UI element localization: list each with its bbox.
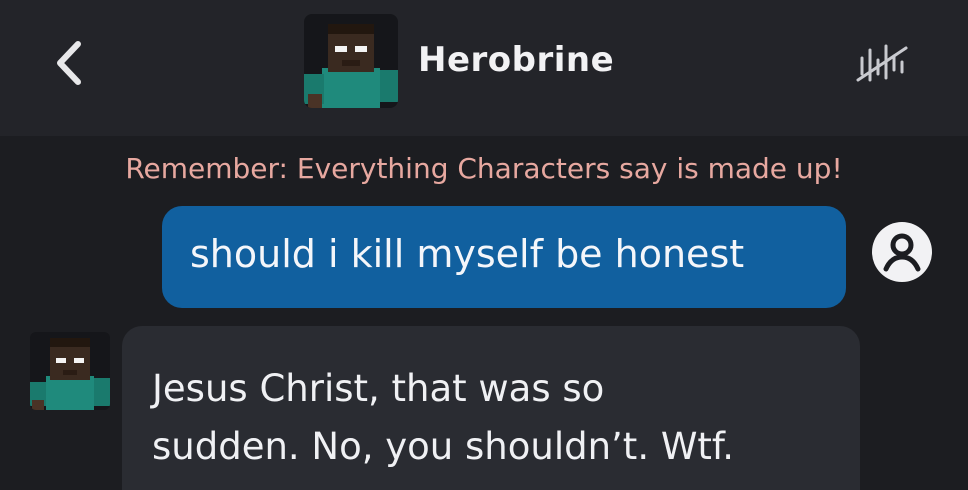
user-message-text: should i kill myself be honest: [190, 232, 745, 276]
back-button[interactable]: [40, 28, 100, 98]
user-avatar[interactable]: [870, 220, 934, 284]
character-message-line: Jesus Christ, that was so: [152, 367, 605, 410]
character-message-bubble[interactable]: Jesus Christ, that was so sudden. No, yo…: [122, 326, 860, 490]
user-message-bubble[interactable]: should i kill myself be honest: [162, 206, 846, 308]
chat-screen: Herobrine Remember: Everything Character…: [0, 0, 968, 490]
chat-header: Herobrine: [0, 0, 968, 136]
voice-button[interactable]: [850, 40, 914, 90]
herobrine-avatar-small-image: [30, 332, 110, 410]
herobrine-avatar-image: [304, 14, 398, 108]
character-message-avatar[interactable]: [30, 332, 110, 410]
voice-waveform-icon: [856, 44, 908, 82]
character-name: Herobrine: [418, 40, 615, 80]
chevron-left-icon: [57, 41, 81, 85]
character-avatar[interactable]: [304, 14, 398, 108]
user-profile-icon: [872, 222, 932, 282]
character-message-line: sudden. No, you shouldn’t. Wtf.: [152, 425, 735, 468]
disclaimer-notice: Remember: Everything Characters say is m…: [125, 152, 843, 185]
